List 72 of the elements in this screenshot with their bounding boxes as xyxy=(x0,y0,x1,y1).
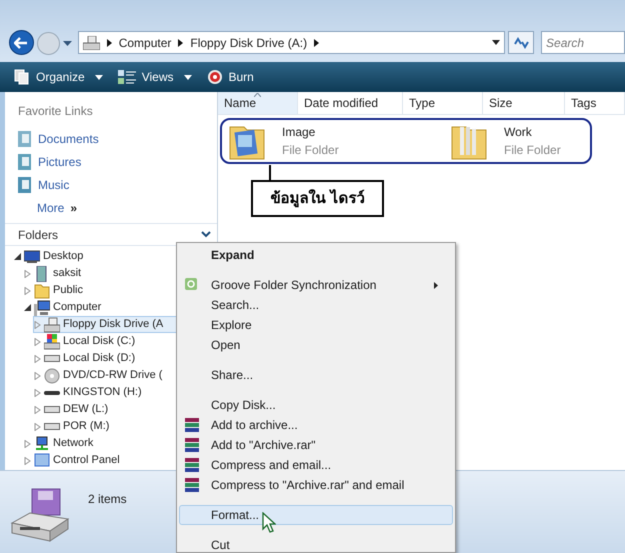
leader-line xyxy=(269,165,271,181)
computer-icon xyxy=(34,300,50,316)
expanded-arrow-icon[interactable] xyxy=(14,253,21,260)
pages-icon xyxy=(14,69,30,85)
floppy-drive-icon xyxy=(82,36,100,50)
dropdown-icon[interactable] xyxy=(492,40,500,45)
more-link[interactable]: More xyxy=(37,199,64,217)
collapsed-arrow-icon[interactable] xyxy=(34,320,41,328)
caret-icon xyxy=(94,74,103,80)
callout-label: ข้อมูลใน ไดรว์ xyxy=(251,180,384,217)
history-dropdown-icon[interactable] xyxy=(62,41,72,47)
archive-books-icon xyxy=(185,478,199,492)
expanded-arrow-icon[interactable] xyxy=(24,304,31,311)
drive-icon xyxy=(44,355,60,362)
archive-books-icon xyxy=(185,458,199,472)
library-icon xyxy=(18,154,31,170)
collapsed-arrow-icon[interactable] xyxy=(24,270,31,278)
collapsed-arrow-icon[interactable] xyxy=(34,338,41,346)
folder-type: File Folder xyxy=(282,142,339,159)
disc-icon xyxy=(44,368,60,384)
chevron-right-icon xyxy=(314,38,320,46)
desktop-icon xyxy=(24,248,40,264)
folder-type: File Folder xyxy=(504,142,561,159)
disc-icon xyxy=(206,69,222,85)
breadcrumb-item[interactable]: Floppy Disk Drive (A:) xyxy=(190,34,308,52)
chevron-right-icon xyxy=(178,38,184,46)
system-drive-icon xyxy=(44,334,60,350)
library-icon xyxy=(18,177,31,193)
collapsed-arrow-icon[interactable] xyxy=(34,354,41,362)
favorite-link[interactable]: Music xyxy=(18,176,217,194)
collapsed-arrow-icon[interactable] xyxy=(34,422,41,430)
menu-button[interactable]: Organize xyxy=(14,68,103,86)
folder-item[interactable]: Image File Folder xyxy=(228,121,348,161)
folder-name: Work xyxy=(504,124,533,141)
chevron-icon: » xyxy=(70,199,78,217)
archive-books-icon xyxy=(185,418,199,432)
pane-heading: Favorite Links xyxy=(18,103,94,120)
menu-button[interactable]: Views xyxy=(118,68,192,86)
library-icon xyxy=(18,131,31,147)
item-count: 2 items xyxy=(88,491,127,508)
sync-icon xyxy=(185,278,197,290)
collapsed-arrow-icon[interactable] xyxy=(34,372,41,380)
collapsed-arrow-icon[interactable] xyxy=(34,406,41,414)
drive-icon xyxy=(44,406,60,413)
collapsed-arrow-icon[interactable] xyxy=(34,388,41,396)
search-field[interactable]: Search xyxy=(541,31,625,54)
archive-books-icon xyxy=(185,438,199,452)
folder-name: Image xyxy=(282,124,316,141)
refresh-button[interactable] xyxy=(508,31,534,54)
caret-icon xyxy=(184,74,192,80)
collapsed-arrow-icon[interactable] xyxy=(24,456,31,464)
collapse-chevron-icon xyxy=(201,231,211,238)
network-icon xyxy=(34,436,50,452)
views-icon xyxy=(118,70,136,84)
breadcrumb-item[interactable]: Computer xyxy=(118,34,172,52)
favorite-link[interactable]: Documents xyxy=(18,130,217,148)
floppy-drive-icon xyxy=(44,316,60,332)
folder-icon xyxy=(34,282,50,298)
back-button[interactable] xyxy=(9,30,34,55)
toolbar-button[interactable]: Burn xyxy=(206,68,254,86)
collapsed-arrow-icon[interactable] xyxy=(24,440,31,448)
floppy-drive-icon xyxy=(10,487,70,543)
back-arrow-icon xyxy=(14,36,28,48)
chevron-right-icon xyxy=(106,38,112,46)
drive-icon xyxy=(44,423,60,430)
address-bar[interactable]: Computer Floppy Disk Drive (A:) xyxy=(78,31,506,54)
column-header[interactable]: Name xyxy=(218,92,298,114)
collapsed-arrow-icon[interactable] xyxy=(24,286,31,294)
folder-item[interactable]: Work File Folder xyxy=(450,121,570,161)
menu-item[interactable]: Format... xyxy=(179,505,453,525)
mouse-pointer-icon xyxy=(262,512,276,534)
favorite-link[interactable]: Pictures xyxy=(18,153,217,171)
